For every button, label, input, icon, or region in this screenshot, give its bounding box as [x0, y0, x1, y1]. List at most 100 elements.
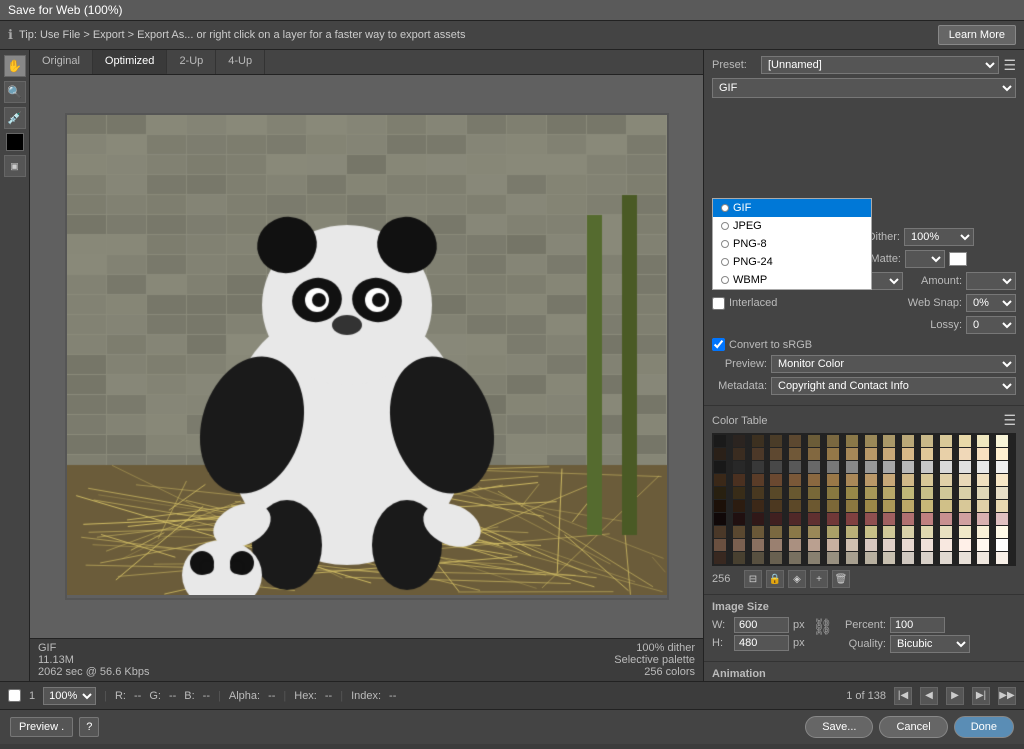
color-cell[interactable]: [808, 461, 820, 473]
color-cell[interactable]: [846, 435, 858, 447]
color-cell[interactable]: [883, 552, 895, 564]
color-cell[interactable]: [789, 552, 801, 564]
srgb-checkbox[interactable]: [712, 338, 725, 351]
color-cell[interactable]: [940, 513, 952, 525]
color-cell[interactable]: [808, 487, 820, 499]
eyedropper-tool[interactable]: 💉: [4, 107, 26, 129]
slice-tool[interactable]: ▣: [4, 155, 26, 177]
color-cell[interactable]: [921, 539, 933, 551]
websnap-select[interactable]: 0%: [966, 294, 1016, 312]
color-cell[interactable]: [733, 435, 745, 447]
color-cell[interactable]: [752, 552, 764, 564]
color-cell[interactable]: [902, 448, 914, 460]
color-cell[interactable]: [770, 461, 782, 473]
color-delete-btn[interactable]: 🗑: [832, 570, 850, 588]
color-cell[interactable]: [959, 500, 971, 512]
color-cell[interactable]: [733, 448, 745, 460]
color-add-btn[interactable]: +: [810, 570, 828, 588]
color-cell[interactable]: [921, 500, 933, 512]
color-cell[interactable]: [865, 435, 877, 447]
color-cell[interactable]: [846, 513, 858, 525]
color-cell[interactable]: [921, 513, 933, 525]
color-cell[interactable]: [770, 552, 782, 564]
color-cell[interactable]: [959, 487, 971, 499]
color-cell[interactable]: [770, 513, 782, 525]
color-cell[interactable]: [996, 539, 1008, 551]
color-cell[interactable]: [883, 526, 895, 538]
color-cell[interactable]: [827, 513, 839, 525]
zoom-select[interactable]: 100%: [43, 687, 96, 705]
color-cell[interactable]: [789, 500, 801, 512]
tab-2up[interactable]: 2-Up: [167, 50, 216, 74]
color-cell[interactable]: [714, 526, 726, 538]
color-cell[interactable]: [846, 500, 858, 512]
frame-play-btn[interactable]: ▶: [946, 687, 964, 705]
color-cell[interactable]: [996, 487, 1008, 499]
format-option-gif[interactable]: GIF: [713, 199, 871, 217]
color-cell[interactable]: [846, 448, 858, 460]
color-cell[interactable]: [770, 435, 782, 447]
color-cell[interactable]: [846, 474, 858, 486]
color-cell[interactable]: [977, 461, 989, 473]
help-button[interactable]: ?: [79, 717, 99, 737]
amount-select[interactable]: [966, 272, 1016, 290]
tab-optimized[interactable]: Optimized: [93, 50, 168, 74]
color-cell[interactable]: [977, 552, 989, 564]
color-cell[interactable]: [752, 435, 764, 447]
color-cell[interactable]: [940, 487, 952, 499]
color-cell[interactable]: [940, 526, 952, 538]
color-cell[interactable]: [827, 526, 839, 538]
link-icon[interactable]: ⛓: [813, 617, 833, 637]
color-cell[interactable]: [940, 552, 952, 564]
format-option-jpeg[interactable]: JPEG: [713, 217, 871, 235]
interlaced-checkbox[interactable]: [712, 297, 725, 310]
color-cell[interactable]: [959, 461, 971, 473]
format-dropdown[interactable]: GIF JPEG PNG-8 PNG-24: [712, 198, 872, 290]
color-cell[interactable]: [714, 448, 726, 460]
color-cell[interactable]: [921, 435, 933, 447]
color-cell[interactable]: [752, 474, 764, 486]
color-cell[interactable]: [883, 539, 895, 551]
color-cell[interactable]: [865, 539, 877, 551]
color-cell[interactable]: [883, 500, 895, 512]
color-cell[interactable]: [789, 448, 801, 460]
color-cell[interactable]: [959, 474, 971, 486]
color-cell[interactable]: [752, 448, 764, 460]
color-cell[interactable]: [714, 487, 726, 499]
color-cell[interactable]: [714, 552, 726, 564]
color-cell[interactable]: [883, 474, 895, 486]
frame-next-btn[interactable]: ▶|: [972, 687, 990, 705]
color-cell[interactable]: [846, 461, 858, 473]
color-cell[interactable]: [883, 448, 895, 460]
color-cell[interactable]: [846, 539, 858, 551]
quality-select[interactable]: Bicubic Bicubic Smoother Bicubic Sharper…: [890, 635, 970, 653]
color-cell[interactable]: [846, 552, 858, 564]
color-cell[interactable]: [902, 539, 914, 551]
color-cell[interactable]: [865, 461, 877, 473]
color-cell[interactable]: [902, 474, 914, 486]
color-cell[interactable]: [808, 526, 820, 538]
cancel-button[interactable]: Cancel: [879, 716, 947, 738]
color-lock-btn[interactable]: 🔒: [766, 570, 784, 588]
color-cell[interactable]: [714, 513, 726, 525]
color-cell[interactable]: [977, 539, 989, 551]
color-cell[interactable]: [996, 435, 1008, 447]
color-cell[interactable]: [752, 461, 764, 473]
learn-more-button[interactable]: Learn More: [938, 25, 1016, 45]
save-button[interactable]: Save...: [805, 716, 873, 738]
color-map-btn[interactable]: ⊟: [744, 570, 762, 588]
color-cell[interactable]: [789, 513, 801, 525]
color-cell[interactable]: [827, 448, 839, 460]
color-cell[interactable]: [940, 500, 952, 512]
color-cell[interactable]: [789, 435, 801, 447]
done-button[interactable]: Done: [954, 716, 1014, 738]
color-cell[interactable]: [977, 513, 989, 525]
color-cell[interactable]: [714, 461, 726, 473]
color-cell[interactable]: [752, 487, 764, 499]
color-cell[interactable]: [865, 487, 877, 499]
color-cell[interactable]: [770, 487, 782, 499]
color-cell[interactable]: [808, 500, 820, 512]
color-cell[interactable]: [977, 526, 989, 538]
color-cell[interactable]: [752, 513, 764, 525]
color-cell[interactable]: [827, 539, 839, 551]
